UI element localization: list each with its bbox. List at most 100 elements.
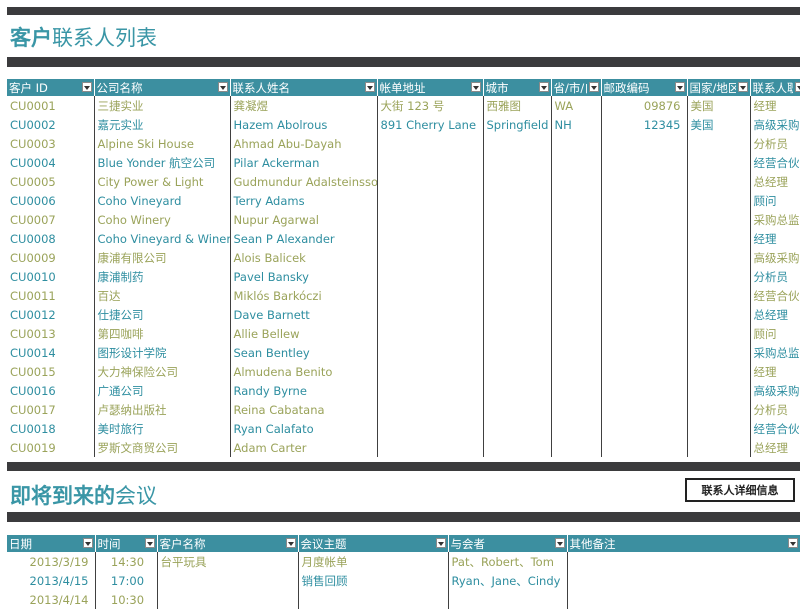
table-cell[interactable] (601, 172, 688, 191)
table-cell[interactable] (687, 305, 751, 324)
table-cell[interactable] (551, 381, 602, 400)
table-cell[interactable]: 卢瑟纳出版社 (94, 400, 231, 419)
table-cell[interactable] (377, 419, 484, 438)
table-cell[interactable] (567, 571, 800, 590)
table-row[interactable]: CU0016 广通公司 Randy Byrne 高级采购 (7, 381, 800, 400)
table-cell[interactable]: Springfield (483, 115, 552, 134)
table-cell[interactable]: 大街 123 号 (377, 96, 484, 115)
filter-dropdown-icon[interactable] (538, 82, 549, 92)
table-cell[interactable]: 美时旅行 (94, 419, 231, 438)
table-cell[interactable] (377, 172, 484, 191)
table-cell[interactable] (157, 590, 299, 609)
table-cell[interactable] (601, 248, 688, 267)
table-cell[interactable]: CU0003 (7, 134, 95, 153)
table-cell[interactable] (483, 305, 552, 324)
table-cell[interactable] (687, 286, 751, 305)
table-cell[interactable]: 总经理 (750, 305, 800, 324)
table-cell[interactable] (601, 381, 688, 400)
table-cell[interactable]: 三捷实业 (94, 96, 231, 115)
filter-dropdown-icon[interactable] (588, 82, 599, 92)
table-cell[interactable] (483, 210, 552, 229)
table-cell[interactable]: 高级采购 (750, 115, 800, 134)
filter-dropdown-icon[interactable] (82, 538, 93, 548)
table-cell[interactable]: Dave Barnett (230, 305, 378, 324)
table-cell[interactable] (601, 400, 688, 419)
table-cell[interactable]: 美国 (687, 115, 751, 134)
table-cell[interactable] (687, 248, 751, 267)
table-row[interactable]: CU0005 City Power & Light Gudmundur Adalst… (7, 172, 800, 191)
filter-dropdown-icon[interactable] (674, 82, 685, 92)
table-cell[interactable]: 经理 (750, 362, 800, 381)
table-cell[interactable] (298, 590, 449, 609)
table-cell[interactable]: 17:00 (95, 571, 158, 590)
table-cell[interactable] (687, 191, 751, 210)
filter-dropdown-icon[interactable] (144, 538, 155, 548)
table-cell[interactable] (687, 438, 751, 457)
filter-dropdown-icon[interactable] (554, 538, 565, 548)
table-row[interactable]: 2013/3/19 14:30 台平玩具 月度帐单 Pat、Robert、Tom (7, 552, 800, 571)
table-cell[interactable] (483, 362, 552, 381)
table-cell[interactable]: 高级采购 (750, 248, 800, 267)
table-cell[interactable] (601, 438, 688, 457)
table-row[interactable]: CU0007 Coho Winery Nupur Agarwal 采购总监 (7, 210, 800, 229)
table-cell[interactable]: Almudena Benito (230, 362, 378, 381)
table-cell[interactable] (601, 191, 688, 210)
table-cell[interactable] (483, 153, 552, 172)
table-cell[interactable] (551, 134, 602, 153)
table-cell[interactable]: 经理 (750, 96, 800, 115)
table-cell[interactable] (483, 381, 552, 400)
table-cell[interactable]: 分析员 (750, 267, 800, 286)
table-cell[interactable] (551, 324, 602, 343)
table-cell[interactable]: Alois Balicek (230, 248, 378, 267)
table-cell[interactable] (687, 419, 751, 438)
table-cell[interactable] (377, 153, 484, 172)
table-cell[interactable] (377, 381, 484, 400)
table-cell[interactable]: 仕捷公司 (94, 305, 231, 324)
table-row[interactable]: 2013/4/15 17:00 销售回顾 Ryan、Jane、Cindy (7, 571, 800, 590)
table-cell[interactable]: 2013/4/15 (7, 571, 96, 590)
table-cell[interactable]: Gudmundur Adalsteinsson (230, 172, 378, 191)
table-cell[interactable] (601, 267, 688, 286)
table-cell[interactable] (483, 419, 552, 438)
table-cell[interactable] (687, 381, 751, 400)
table-cell[interactable] (377, 134, 484, 153)
table-cell[interactable]: Pavel Bansky (230, 267, 378, 286)
table-cell[interactable]: 14:30 (95, 552, 158, 571)
table-cell[interactable] (601, 324, 688, 343)
table-cell[interactable] (551, 419, 602, 438)
table-cell[interactable] (483, 248, 552, 267)
table-cell[interactable] (601, 286, 688, 305)
table-cell[interactable] (551, 229, 602, 248)
contact-details-button[interactable]: 联系人详细信息 (685, 478, 795, 502)
table-cell[interactable] (601, 134, 688, 153)
table-cell[interactable]: Ryan Calafato (230, 419, 378, 438)
table-cell[interactable] (601, 305, 688, 324)
table-cell[interactable]: Sean P Alexander (230, 229, 378, 248)
table-cell[interactable]: Coho Vineyard & Winery (94, 229, 231, 248)
table-cell[interactable]: CU0012 (7, 305, 95, 324)
filter-dropdown-icon[interactable] (435, 538, 446, 548)
table-row[interactable]: CU0017 卢瑟纳出版社 Reina Cabatana 分析员 (7, 400, 800, 419)
table-row[interactable]: CU0014 图形设计学院 Sean Bentley 采购总监 (7, 343, 800, 362)
table-cell[interactable]: CU0006 (7, 191, 95, 210)
filter-dropdown-icon[interactable] (470, 82, 481, 92)
table-cell[interactable]: 西雅图 (483, 96, 552, 115)
table-cell[interactable] (601, 229, 688, 248)
table-row[interactable]: CU0019 罗斯文商贸公司 Adam Carter 总经理 (7, 438, 800, 457)
table-cell[interactable]: 销售回顾 (298, 571, 449, 590)
table-cell[interactable]: Reina Cabatana (230, 400, 378, 419)
table-row[interactable]: CU0011 百达 Miklós Barkóczi 经营合伙 (7, 286, 800, 305)
table-cell[interactable]: Coho Vineyard (94, 191, 231, 210)
table-row[interactable]: CU0004 Blue Yonder 航空公司 Pilar Ackerman 经营合伙 (7, 153, 800, 172)
table-cell[interactable]: 图形设计学院 (94, 343, 231, 362)
table-cell[interactable]: Pilar Ackerman (230, 153, 378, 172)
table-row[interactable]: CU0018 美时旅行 Ryan Calafato 经营合伙 (7, 419, 800, 438)
table-cell[interactable]: 采购总监 (750, 210, 800, 229)
table-cell[interactable]: 顾问 (750, 324, 800, 343)
table-cell[interactable]: NH (551, 115, 602, 134)
table-cell[interactable]: Blue Yonder 航空公司 (94, 153, 231, 172)
table-cell[interactable] (551, 191, 602, 210)
table-cell[interactable]: City Power & Light (94, 172, 231, 191)
filter-dropdown-icon[interactable] (364, 82, 375, 92)
table-cell[interactable] (551, 153, 602, 172)
